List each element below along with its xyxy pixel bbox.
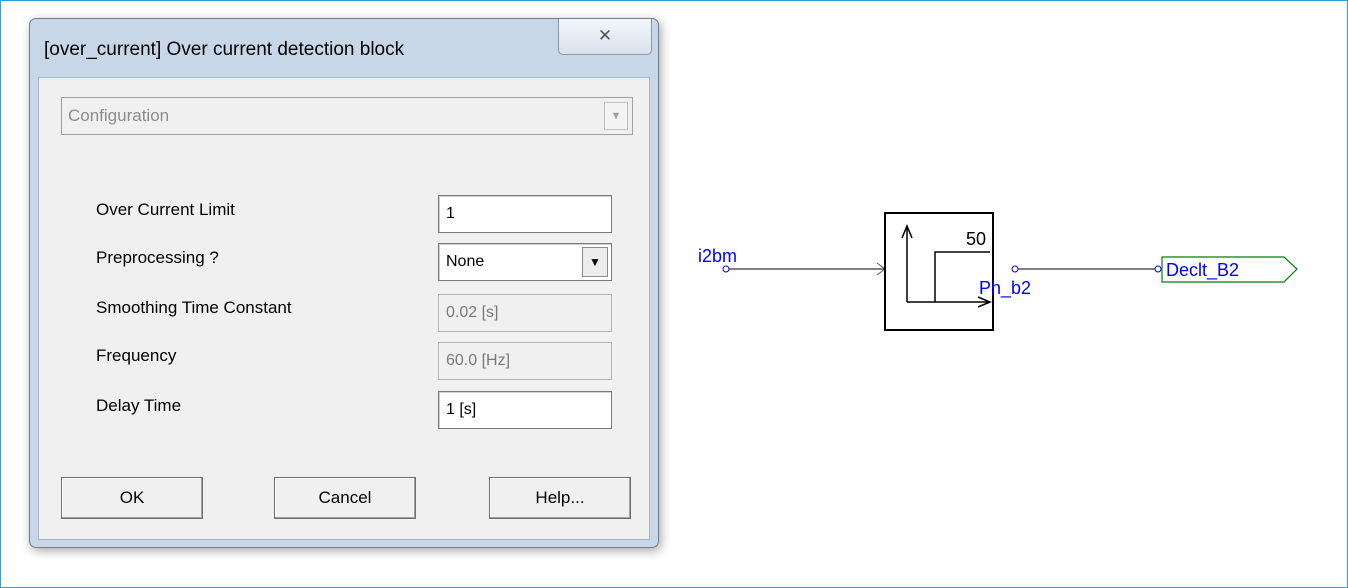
dialog-title: [over_current] Over current detection bl… [44,39,405,60]
section-select-value: Configuration [68,106,170,125]
output-tag[interactable]: Declt_B2 [1161,256,1298,283]
output-tag-label: Declt_B2 [1166,260,1239,281]
preprocessing-label: Preprocessing ? [96,248,219,267]
tag-node [1154,265,1162,273]
close-icon: ✕ [597,26,613,45]
delay-time-label: Delay Time [96,396,182,415]
preprocessing-select[interactable]: None ▼ [438,243,612,281]
block-setting-value: 50 [966,229,986,249]
smoothing-time-constant-label: Smoothing Time Constant [96,298,292,317]
cancel-button[interactable]: Cancel [274,477,416,519]
section-select: Configuration ▼ [61,97,633,135]
delay-time-input[interactable]: 1 [s] [438,391,612,429]
preprocessing-select-value: None [446,253,485,270]
over-current-limit-input[interactable]: 1 [438,195,612,233]
frequency-input: 60.0 [Hz] [438,342,612,380]
ok-button[interactable]: OK [61,477,203,519]
dialog-titlebar[interactable]: [over_current] Over current detection bl… [30,19,658,77]
smoothing-time-constant-input: 0.02 [s] [438,294,612,332]
help-button[interactable]: Help... [489,477,631,519]
dialog-client-area: Configuration ▼ Over Current Limit 1 Pre… [38,77,650,540]
over-current-dialog: [over_current] Over current detection bl… [29,18,659,548]
over-current-limit-label: Over Current Limit [96,200,235,219]
frequency-label: Frequency [96,346,177,365]
output-label: Ph_b2 [979,278,1031,299]
close-button[interactable]: ✕ [558,19,652,55]
chevron-down-icon[interactable]: ▼ [582,247,608,277]
input-label: i2bm [698,246,737,266]
overcurrent-block[interactable]: 50 [884,212,994,331]
output-node [1011,265,1019,273]
chevron-down-icon: ▼ [604,102,628,130]
input-node [722,265,730,273]
